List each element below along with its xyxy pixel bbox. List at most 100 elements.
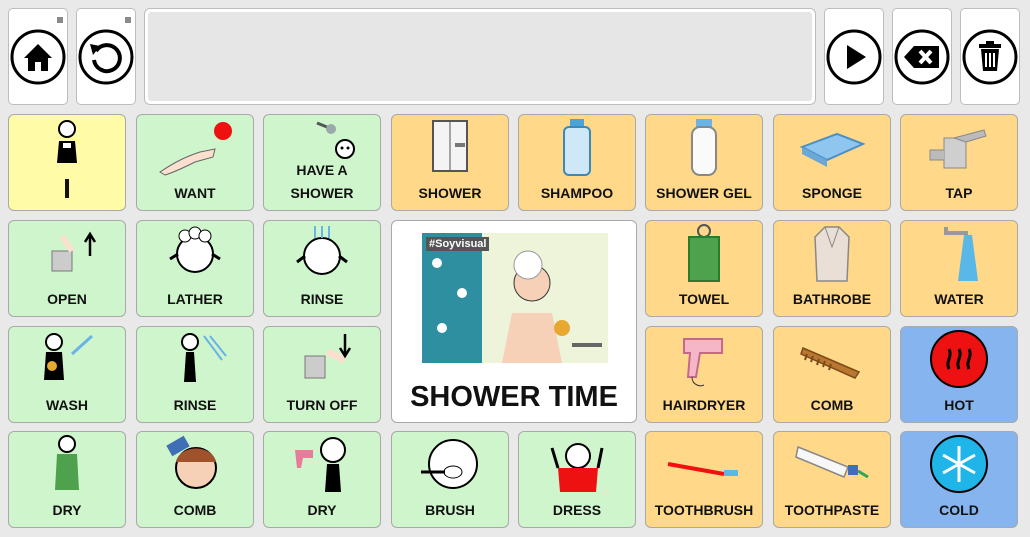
cell-label: TOWEL (678, 291, 730, 307)
cell-i[interactable]: I (8, 114, 126, 211)
wash-icon (9, 329, 125, 389)
cell-label: WASH (46, 397, 88, 413)
backspace-button[interactable] (892, 8, 952, 105)
cell-brush[interactable]: BRUSH (391, 431, 509, 528)
play-icon (826, 29, 882, 84)
shower-time-title: SHOWER TIME (410, 381, 618, 413)
cell-label: TOOTHPASTE (784, 502, 880, 518)
dry-towel-icon (9, 434, 125, 494)
cell-bathrobe[interactable]: BATHROBE (773, 220, 891, 317)
cell-shampoo[interactable]: SHAMPOO (518, 114, 636, 211)
brush-teeth-icon (392, 434, 508, 494)
cell-label: TAP (945, 185, 973, 201)
lather-icon (137, 223, 253, 283)
cell-label: TURN OFF (286, 397, 358, 413)
backspace-icon (894, 29, 950, 84)
hairdryer-icon (646, 329, 762, 389)
cell-label: LATHER (167, 291, 223, 307)
cell-dry-2[interactable]: DRY (263, 431, 381, 528)
bathrobe-icon (774, 223, 890, 283)
home-icon (10, 29, 66, 84)
reset-button[interactable] (76, 8, 136, 105)
cell-label: HAIRDRYER (662, 397, 746, 413)
cell-lather[interactable]: LATHER (136, 220, 254, 317)
corner-marker (57, 17, 63, 23)
cell-label: SHAMPOO (540, 185, 614, 201)
cell-cold[interactable]: COLD (900, 431, 1018, 528)
cell-dress[interactable]: DRESS (518, 431, 636, 528)
cell-comb-1[interactable]: COMB (773, 326, 891, 423)
cell-have-a-shower[interactable]: HAVE A SHOWER (263, 114, 381, 211)
rinse-head-icon (264, 223, 380, 283)
message-bar[interactable] (144, 8, 816, 105)
cell-label: DRY (52, 502, 82, 518)
cell-toothpaste[interactable]: TOOTHPASTE (773, 431, 891, 528)
cell-label: SPONGE (802, 185, 862, 201)
cell-rinse-2[interactable]: RINSE (136, 326, 254, 423)
toothbrush-icon (646, 434, 762, 494)
want-icon (137, 117, 253, 177)
cell-label: BATHROBE (792, 291, 872, 307)
shower-head-icon (264, 117, 380, 162)
play-button[interactable] (824, 8, 884, 105)
cell-towel[interactable]: TOWEL (645, 220, 763, 317)
cell-shower[interactable]: SHOWER (391, 114, 509, 211)
trash-icon (962, 29, 1018, 84)
shower-cabin-icon (392, 117, 508, 177)
cell-label: TOOTHBRUSH (654, 502, 754, 518)
cell-label: HAVE A SHOWER (290, 162, 354, 201)
cell-dry-1[interactable]: DRY (8, 431, 126, 528)
cell-shower-gel[interactable]: SHOWER GEL (645, 114, 763, 211)
cell-label: WATER (934, 291, 984, 307)
cell-open[interactable]: OPEN (8, 220, 126, 317)
cell-label: DRESS (552, 502, 602, 518)
towel-icon (646, 223, 762, 283)
cell-label: WANT (174, 185, 216, 201)
trash-button[interactable] (960, 8, 1020, 105)
shower-time-card[interactable]: #Soyvisual SHOWER TIME (391, 220, 637, 423)
turn-off-tap-icon (264, 329, 380, 389)
cold-icon (901, 434, 1017, 494)
cell-wash[interactable]: WASH (8, 326, 126, 423)
dress-icon (519, 434, 635, 494)
comb-hair-icon (137, 434, 253, 494)
cell-hairdryer[interactable]: HAIRDRYER (645, 326, 763, 423)
comb-icon (774, 329, 890, 389)
cell-label: HOT (944, 397, 974, 413)
dry-hair-icon (264, 434, 380, 494)
cell-label: SHOWER GEL (656, 185, 752, 201)
toothpaste-icon (774, 434, 890, 494)
sponge-icon (774, 117, 890, 177)
reset-icon (78, 29, 134, 84)
cell-comb-2[interactable]: COMB (136, 431, 254, 528)
person-icon (9, 117, 125, 167)
cell-label: COLD (939, 502, 979, 518)
cell-label: RINSE (300, 291, 344, 307)
message-text (148, 12, 812, 101)
tap-icon (901, 117, 1017, 177)
shower-gel-icon (646, 117, 762, 177)
soyvisual-tag: #Soyvisual (426, 237, 490, 251)
cell-label: COMB (810, 397, 854, 413)
cell-label: DRY (307, 502, 337, 518)
home-button[interactable] (8, 8, 68, 105)
cell-hot[interactable]: HOT (900, 326, 1018, 423)
cell-sponge[interactable]: SPONGE (773, 114, 891, 211)
cell-label: BRUSH (425, 502, 475, 518)
water-icon (901, 223, 1017, 283)
cell-turn-off[interactable]: TURN OFF (263, 326, 381, 423)
rinse-body-icon (137, 329, 253, 389)
cell-label: SHOWER (418, 185, 482, 201)
cell-tap[interactable]: TAP (900, 114, 1018, 211)
cell-label: OPEN (47, 291, 87, 307)
cell-label: COMB (173, 502, 217, 518)
cell-rinse-1[interactable]: RINSE (263, 220, 381, 317)
corner-marker (125, 17, 131, 23)
cell-water[interactable]: WATER (900, 220, 1018, 317)
cell-label: I (63, 173, 71, 204)
cell-toothbrush[interactable]: TOOTHBRUSH (645, 431, 763, 528)
cell-label: RINSE (173, 397, 217, 413)
cell-want[interactable]: WANT (136, 114, 254, 211)
open-tap-icon (9, 223, 125, 283)
shampoo-bottle-icon (519, 117, 635, 177)
